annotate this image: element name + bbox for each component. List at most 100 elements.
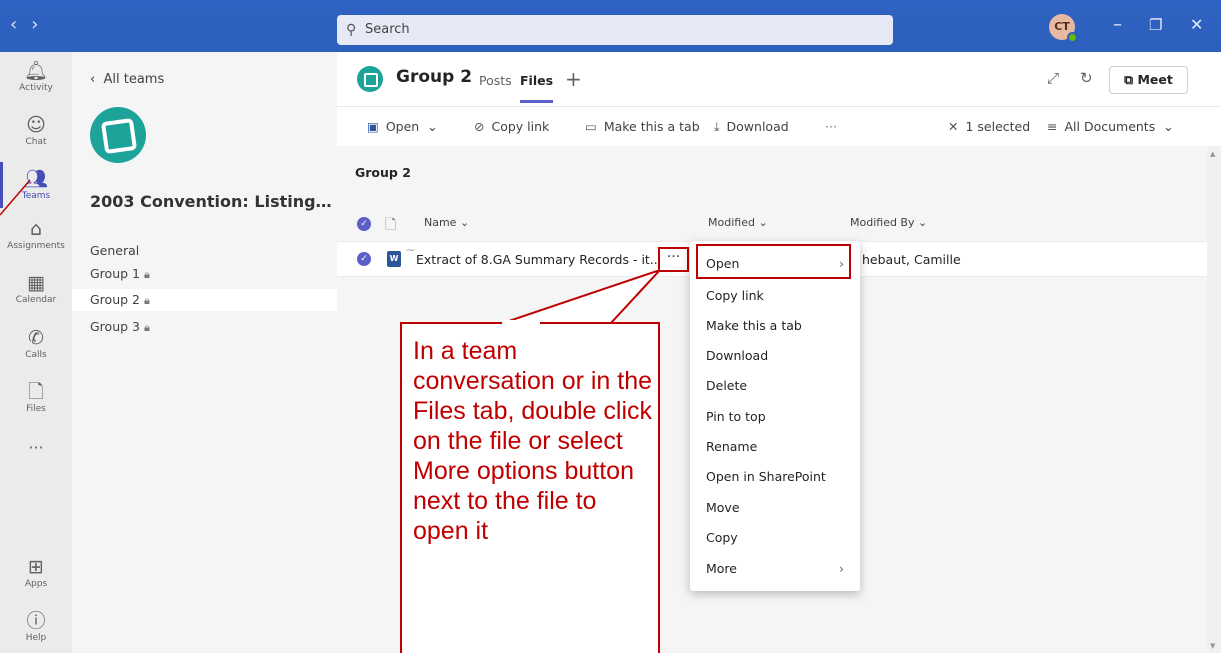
rail-item-activity[interactable]: 🔔︎ Activity [0,60,72,94]
menu-item-download[interactable]: Download [690,341,860,371]
search-icon: ⚲ [346,22,357,38]
make-tab-button[interactable]: ▭ Make this a tab [585,119,700,134]
assignments-icon: ⌂ [29,218,43,240]
select-all-checkbox[interactable]: ✓ [357,217,371,231]
open-highlight-box [696,244,851,279]
calendar-icon: ▦ [27,272,45,294]
column-name[interactable]: Name ⌄ [424,216,469,229]
meet-label: Meet [1137,72,1173,87]
rail-label: Apps [24,579,48,589]
file-name[interactable]: Extract of 8.GA Summary Records - it... [416,252,662,267]
avatar[interactable]: CT [1049,14,1078,43]
team-logo [90,107,146,163]
copy-link-button[interactable]: ⊘ Copy link [474,119,549,134]
column-name-label: Name [424,216,457,229]
modified-by: hebaut, Camille [862,252,961,267]
chevron-down-icon: ⌄ [419,119,438,134]
history-nav: ‹› [10,14,52,35]
callout-pointer-cover [502,320,540,324]
clear-selection-icon: ✕ [948,119,959,134]
scrollbar[interactable]: ▲ ▼ [1207,146,1221,653]
rail-item-assignments[interactable]: ⌂ Assignments [0,218,72,252]
menu-item-pin-to-top[interactable]: Pin to top [690,402,860,432]
download-label: Download [726,119,789,134]
column-modified-by[interactable]: Modified By ⌄ [850,216,927,229]
rail-item-help[interactable]: ⓘ Help [0,610,72,644]
menu-item-delete[interactable]: Delete [690,371,860,401]
channel-group-1[interactable]: Group 1 🔒︎ [72,263,337,285]
forward-arrow-icon[interactable]: › [31,14,52,35]
channel-label: Group 2 [90,292,140,307]
bell-icon: 🔔︎ [23,60,49,82]
lock-icon: 🔒︎ [143,321,150,334]
menu-item-move[interactable]: Move [690,493,860,523]
refresh-icon[interactable]: ↻ [1080,69,1093,87]
channel-group-2[interactable]: Group 2 🔒︎ [72,289,337,311]
rail-item-calls[interactable]: ✆ Calls [0,327,72,361]
column-modified-label: Modified [708,216,755,229]
scroll-down-icon[interactable]: ▼ [1210,642,1215,650]
tab-files[interactable]: Files [520,73,554,103]
menu-item-rename[interactable]: Rename [690,432,860,462]
file-icon: 🗋︎ [28,381,44,403]
download-icon: ⤓ [714,119,720,134]
context-menu: Open › Copy link Make this a tab Download… [690,241,860,591]
meet-button[interactable]: ⧉ Meet [1109,66,1188,94]
files-toolbar: ▣ Open ⌄ ⊘ Copy link ▭ Make this a tab ⤓ Dow… [337,106,1221,146]
menu-item-copy-link[interactable]: Copy link [690,281,860,311]
download-button[interactable]: ⤓ Download [714,119,789,135]
column-modified-by-label: Modified By [850,216,915,229]
search-input[interactable]: ⚲ Search [337,15,893,45]
search-placeholder: Search [365,22,410,37]
column-modified[interactable]: Modified ⌄ [708,216,768,229]
view-label: All Documents [1064,119,1156,134]
scroll-up-icon[interactable]: ▲ [1210,150,1215,158]
rail-more-button[interactable]: ··· [0,438,72,457]
rail-label: Assignments [7,241,65,251]
folder-title: Group 2 [355,165,411,180]
channel-general[interactable]: General [72,240,337,262]
lock-icon: 🔒︎ [143,268,150,281]
tab-posts[interactable]: Posts [479,73,512,88]
tab-icon: ▭ [585,119,597,134]
rail-item-calendar[interactable]: ▦ Calendar [0,272,72,306]
channel-title: Group 2 [396,67,473,87]
rail-item-files[interactable]: 🗋︎ Files [0,381,72,415]
row-checkbox[interactable]: ✓ [357,252,371,266]
sync-icon: ⁓ [406,246,415,256]
menu-label: More [706,561,737,576]
close-icon[interactable]: ✕ [1190,15,1203,34]
avatar-initials: CT [1054,20,1070,33]
channel-group-3[interactable]: Group 3 🔒︎ [72,316,337,338]
menu-item-make-tab[interactable]: Make this a tab [690,311,860,341]
open-button[interactable]: ▣ Open ⌄ [367,119,438,134]
rail-item-chat[interactable]: ☺ Chat [0,114,72,148]
menu-item-more[interactable]: More › [690,554,860,584]
chat-icon: ☺ [26,114,46,136]
channel-label: Group 1 [90,266,140,281]
team-name: 2003 Convention: Listing me... [90,192,337,211]
rail-item-apps[interactable]: ⊞ Apps [0,556,72,590]
view-lines-icon: ≡ [1047,119,1058,134]
chevron-left-icon: ‹ [90,72,104,87]
menu-item-open-in-sharepoint[interactable]: Open in SharePoint [690,462,860,492]
back-arrow-icon[interactable]: ‹ [10,14,31,35]
annotation-arrow [0,179,31,216]
menu-item-copy[interactable]: Copy [690,523,860,553]
channel-header: Group 2 Posts Files + ⤢ ↻ ⧉ Meet [337,52,1221,106]
maximize-icon[interactable]: ❐ [1149,16,1162,34]
more-options-button[interactable]: ··· [658,247,689,272]
minimize-icon[interactable]: – [1113,14,1122,35]
rail-label: Files [26,404,46,414]
add-tab-icon[interactable]: + [565,67,582,91]
toolbar-more-button[interactable]: ··· [825,119,837,134]
copy-link-label: Copy link [491,119,550,134]
file-type-icon: 🗋︎ [385,217,397,233]
rail-label: Help [25,633,47,643]
selection-label: 1 selected [965,119,1031,134]
selection-count[interactable]: ✕ 1 selected [948,119,1030,134]
expand-icon[interactable]: ⤢ [1047,69,1059,87]
all-teams-link[interactable]: ‹ All teams [90,72,164,87]
word-document-icon: W [387,251,401,267]
view-selector[interactable]: ≡ All Documents ⌄ [1047,119,1174,134]
